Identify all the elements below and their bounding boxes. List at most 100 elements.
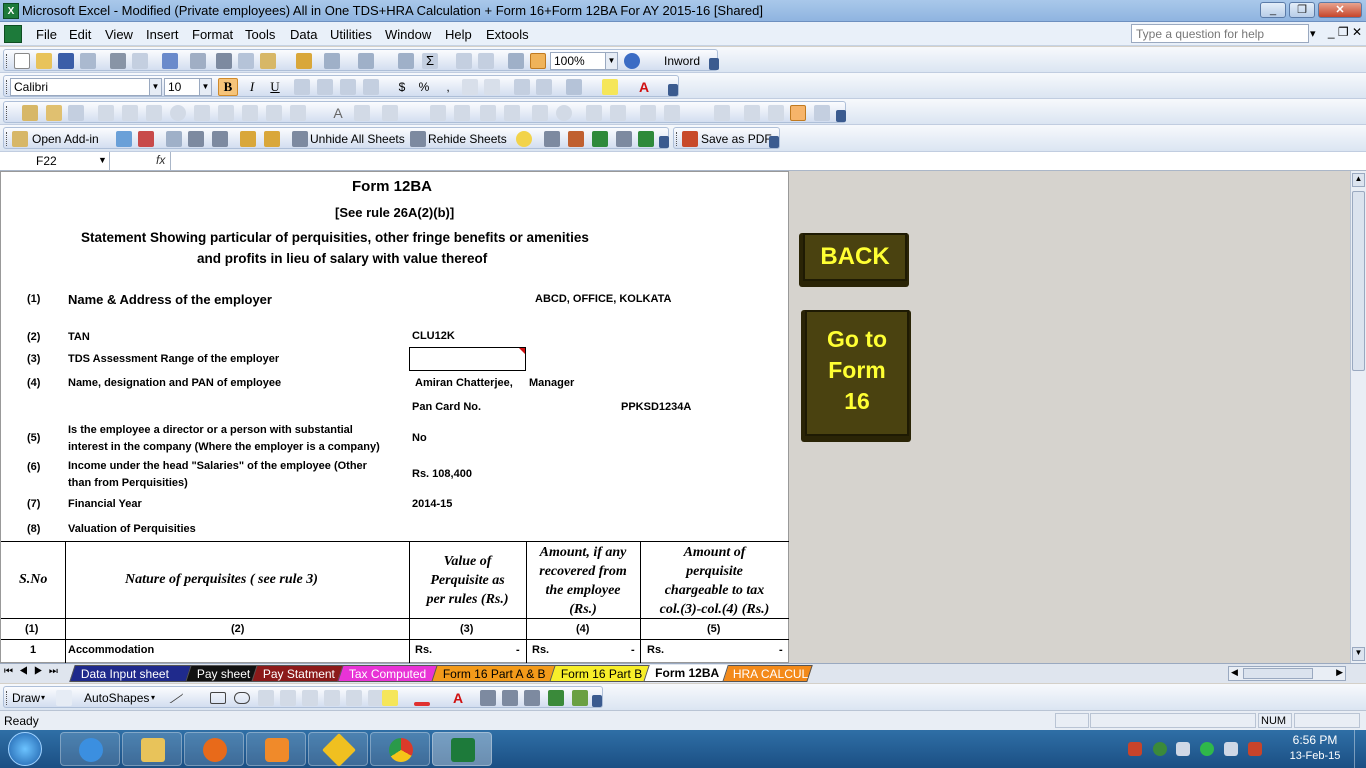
scroll-thumb[interactable] bbox=[1352, 191, 1365, 371]
hyperlink-icon[interactable] bbox=[398, 53, 414, 69]
3d-icon[interactable] bbox=[572, 690, 588, 706]
currency-icon[interactable]: $ bbox=[394, 79, 410, 95]
clock-date[interactable]: 13-Feb-15 bbox=[1280, 750, 1350, 762]
chrome-tray-icon[interactable] bbox=[1153, 742, 1167, 756]
menu-format[interactable]: Format bbox=[192, 27, 233, 42]
option-icon[interactable] bbox=[170, 105, 186, 121]
frame-icon[interactable] bbox=[480, 105, 496, 121]
grid-icon[interactable] bbox=[790, 105, 806, 121]
edit-icon[interactable] bbox=[22, 105, 38, 121]
back-button[interactable]: BACK bbox=[799, 233, 909, 287]
toolbar-options-icon[interactable] bbox=[709, 58, 719, 70]
zoom-dropdown-icon[interactable]: ▼ bbox=[605, 53, 617, 69]
diagram-icon[interactable] bbox=[324, 690, 340, 706]
form-icon[interactable] bbox=[68, 105, 84, 121]
grid-icon[interactable] bbox=[188, 131, 204, 147]
button-icon[interactable] bbox=[146, 105, 162, 121]
sheet-tab[interactable]: Pay sheet bbox=[185, 665, 259, 682]
line-icon[interactable] bbox=[164, 686, 184, 704]
inword-button[interactable]: Inword bbox=[664, 54, 700, 68]
format-painter-icon[interactable] bbox=[296, 53, 312, 69]
checkbox-icon[interactable] bbox=[532, 105, 548, 121]
italic-button[interactable]: I bbox=[244, 79, 260, 95]
taskbar-firefox[interactable] bbox=[184, 732, 244, 766]
autosum-icon[interactable]: Σ bbox=[422, 53, 438, 69]
text-icon[interactable]: A bbox=[330, 105, 346, 121]
button-icon[interactable] bbox=[504, 105, 520, 121]
merge-center-icon[interactable] bbox=[363, 79, 379, 95]
align-left-icon[interactable] bbox=[294, 79, 310, 95]
label-icon[interactable] bbox=[98, 105, 114, 121]
spinner-icon[interactable] bbox=[664, 105, 680, 121]
draw-menu[interactable]: Draw bbox=[12, 691, 40, 705]
find-icon[interactable] bbox=[212, 131, 228, 147]
fill-color-icon[interactable] bbox=[382, 690, 398, 706]
function-icon[interactable]: fx bbox=[156, 153, 165, 167]
redo-icon[interactable] bbox=[358, 53, 374, 69]
copy-sheet-icon[interactable] bbox=[166, 131, 182, 147]
font-size-select[interactable]: 10 ▼ bbox=[164, 78, 212, 96]
label-icon[interactable] bbox=[454, 105, 470, 121]
paste-icon[interactable] bbox=[260, 53, 276, 69]
taskbar-media[interactable] bbox=[246, 732, 306, 766]
toolbar-options-icon[interactable] bbox=[668, 84, 678, 96]
textbox-icon[interactable] bbox=[258, 690, 274, 706]
increase-indent-icon[interactable] bbox=[536, 79, 552, 95]
toolbar-options-icon[interactable] bbox=[659, 136, 669, 148]
sort-asc-icon[interactable] bbox=[456, 53, 472, 69]
horizontal-scrollbar[interactable]: ◀ ▶ bbox=[1228, 666, 1346, 681]
close-button[interactable]: ✕ bbox=[1318, 2, 1362, 18]
vertical-text-icon[interactable] bbox=[280, 690, 296, 706]
hscroll-thumb[interactable] bbox=[1243, 668, 1313, 679]
sheet-tab[interactable]: Form 12BA bbox=[643, 665, 729, 682]
toolbar-options-icon[interactable] bbox=[592, 695, 602, 707]
display-icon[interactable] bbox=[1224, 742, 1238, 756]
sheet-tab[interactable]: Form 16 Part A & B bbox=[431, 665, 557, 682]
wordart-icon[interactable] bbox=[302, 690, 318, 706]
menu-extools[interactable]: Extools bbox=[486, 27, 529, 42]
decrease-decimal-icon[interactable] bbox=[484, 79, 500, 95]
network-icon[interactable] bbox=[1200, 742, 1214, 756]
underline-button[interactable]: U bbox=[267, 79, 283, 95]
textbox-icon[interactable] bbox=[430, 105, 446, 121]
option-icon[interactable] bbox=[556, 105, 572, 121]
scroll-right-icon[interactable]: ▶ bbox=[1336, 667, 1343, 678]
taskbar-app[interactable] bbox=[308, 732, 368, 767]
settings-icon[interactable] bbox=[382, 105, 398, 121]
combo-icon[interactable] bbox=[218, 105, 234, 121]
autoshapes-dropdown-icon[interactable]: ▾ bbox=[151, 693, 155, 702]
toolbar-options-icon[interactable] bbox=[836, 110, 846, 122]
chart-wizard-icon[interactable] bbox=[508, 53, 524, 69]
drawing-icon[interactable] bbox=[530, 53, 546, 69]
properties-icon[interactable] bbox=[768, 105, 784, 121]
spinner-icon[interactable] bbox=[266, 105, 282, 121]
calc-icon[interactable] bbox=[616, 131, 632, 147]
menu-help[interactable]: Help bbox=[445, 27, 472, 42]
decrease-indent-icon[interactable] bbox=[514, 79, 530, 95]
menu-file[interactable]: File bbox=[36, 27, 57, 42]
menu-view[interactable]: View bbox=[105, 27, 133, 42]
research-icon[interactable] bbox=[190, 53, 206, 69]
menu-utilities[interactable]: Utilities bbox=[330, 27, 372, 42]
document-icon[interactable] bbox=[4, 25, 22, 43]
name-box[interactable]: F22 bbox=[0, 152, 110, 170]
line-style-icon[interactable] bbox=[480, 690, 496, 706]
table-icon[interactable] bbox=[544, 131, 560, 147]
arrow-icon[interactable] bbox=[188, 690, 204, 706]
arrow-style-icon[interactable] bbox=[524, 690, 540, 706]
save-icon[interactable] bbox=[58, 53, 74, 69]
print-preview-icon[interactable] bbox=[132, 53, 148, 69]
scroll-left-icon[interactable]: ◀ bbox=[1231, 667, 1238, 678]
checkbox-icon[interactable] bbox=[122, 105, 138, 121]
draw-dropdown-icon[interactable]: ▾ bbox=[41, 693, 45, 702]
fill-color-icon[interactable] bbox=[602, 79, 618, 95]
export-icon[interactable] bbox=[592, 131, 608, 147]
print-icon[interactable] bbox=[110, 53, 126, 69]
sort-desc-icon[interactable] bbox=[478, 53, 494, 69]
lightbulb-icon[interactable] bbox=[516, 131, 532, 147]
menu-data[interactable]: Data bbox=[290, 27, 317, 42]
tools-icon[interactable] bbox=[46, 105, 62, 121]
tab-nav-icons[interactable]: ⏮◀▶⏭ bbox=[4, 666, 64, 677]
scroll-up-icon[interactable]: ▲ bbox=[1352, 173, 1365, 187]
bold-button[interactable]: B bbox=[218, 78, 238, 96]
